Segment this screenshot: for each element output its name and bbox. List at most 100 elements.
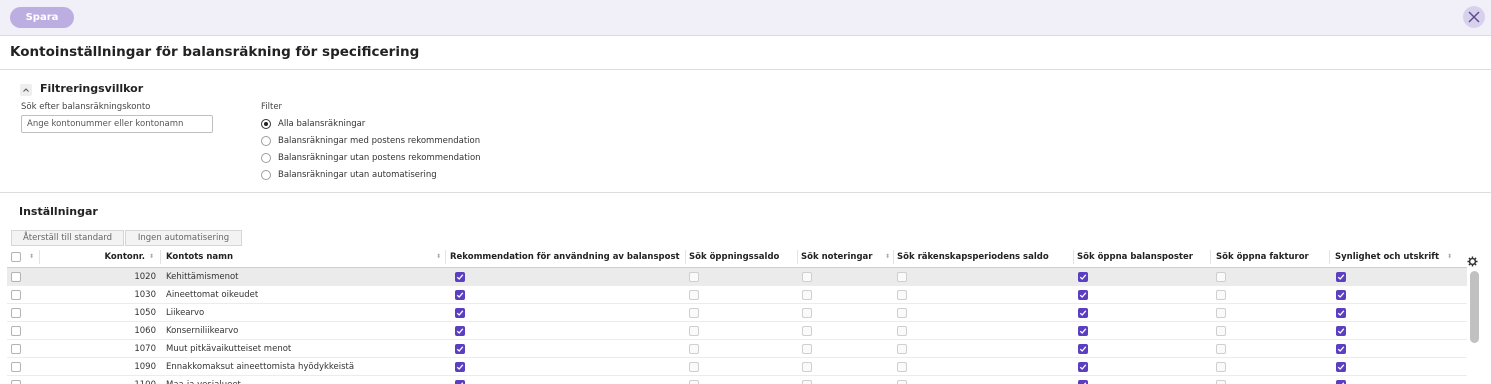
visibility-printing-checkbox[interactable] — [1336, 344, 1346, 354]
row-select-checkbox[interactable] — [11, 362, 21, 372]
account-name-cell: Ennakkomaksut aineettomista hyödykkeistä — [166, 362, 355, 372]
row-select-checkbox[interactable] — [11, 326, 21, 336]
page-title: Kontoinställningar för balansräkning för… — [10, 44, 420, 60]
visibility-printing-checkbox[interactable] — [1336, 326, 1346, 336]
fiscal-period-balance-checkbox[interactable] — [897, 362, 907, 372]
table-row[interactable]: 1050 Liikearvo — [7, 304, 1467, 322]
fiscal-period-balance-checkbox[interactable] — [897, 380, 907, 384]
open-invoices-checkbox[interactable] — [1216, 380, 1226, 384]
notes-checkbox[interactable] — [802, 308, 812, 318]
account-number-cell: 1090 — [134, 362, 156, 372]
select-column-sort[interactable]: ⬍ — [25, 248, 37, 266]
recommendation-checkbox[interactable] — [455, 308, 465, 318]
visibility-printing-checkbox[interactable] — [1336, 308, 1346, 318]
recommendation-checkbox[interactable] — [455, 326, 465, 336]
table-row[interactable]: 1060 Konserniliikearvo — [7, 322, 1467, 340]
no-automation-button[interactable]: Ingen automatisering — [125, 230, 242, 246]
notes-checkbox[interactable] — [802, 272, 812, 282]
column-header-open-balance-items[interactable]: Sök öppna balansposter — [1077, 248, 1207, 266]
open-balance-items-checkbox[interactable] — [1078, 290, 1088, 300]
recommendation-checkbox[interactable] — [455, 290, 465, 300]
notes-checkbox[interactable] — [802, 290, 812, 300]
scrollbar-thumb[interactable] — [1470, 271, 1479, 343]
radio-button[interactable] — [261, 136, 271, 146]
notes-checkbox[interactable] — [802, 326, 812, 336]
open-invoices-checkbox[interactable] — [1216, 308, 1226, 318]
recommendation-checkbox[interactable] — [455, 362, 465, 372]
recommendation-checkbox[interactable] — [455, 344, 465, 354]
fiscal-period-balance-checkbox[interactable] — [897, 272, 907, 282]
open-invoices-checkbox[interactable] — [1216, 362, 1226, 372]
opening-balance-checkbox[interactable] — [689, 380, 699, 384]
open-invoices-checkbox[interactable] — [1216, 326, 1226, 336]
fiscal-period-balance-checkbox[interactable] — [897, 290, 907, 300]
table-row[interactable]: 1020 Kehittämismenot — [7, 268, 1467, 286]
visibility-printing-checkbox[interactable] — [1336, 290, 1346, 300]
fiscal-period-balance-checkbox[interactable] — [897, 308, 907, 318]
radio-button[interactable] — [261, 170, 271, 180]
column-separator — [1210, 250, 1211, 264]
open-balance-items-checkbox[interactable] — [1078, 272, 1088, 282]
opening-balance-checkbox[interactable] — [689, 290, 699, 300]
account-name-cell: Kehittämismenot — [166, 272, 239, 282]
opening-balance-checkbox[interactable] — [689, 362, 699, 372]
notes-checkbox[interactable] — [802, 380, 812, 384]
save-button[interactable]: Spara — [10, 7, 74, 28]
filter-option-label: Alla balansräkningar — [278, 119, 366, 129]
open-balance-items-checkbox[interactable] — [1078, 362, 1088, 372]
recommendation-checkbox[interactable] — [455, 380, 465, 384]
visibility-printing-checkbox[interactable] — [1336, 362, 1346, 372]
notes-checkbox[interactable] — [802, 344, 812, 354]
fiscal-period-balance-checkbox[interactable] — [897, 326, 907, 336]
reset-to-default-button[interactable]: Återställ till standard — [11, 230, 124, 246]
column-header-fiscal-period-balance[interactable]: Sök räkenskapsperiodens saldo — [897, 248, 1072, 266]
opening-balance-checkbox[interactable] — [689, 308, 699, 318]
column-header-account-number[interactable]: Kontonr. ⬍ — [39, 248, 157, 266]
table-row[interactable]: 1090 Ennakkomaksut aineettomista hyödykke… — [7, 358, 1467, 376]
row-select-checkbox[interactable] — [11, 272, 21, 282]
row-select-checkbox[interactable] — [11, 344, 21, 354]
column-header-recommendation[interactable]: Rekommendation för användning av balansp… — [450, 248, 685, 266]
open-balance-items-checkbox[interactable] — [1078, 380, 1088, 384]
column-header-open-invoices[interactable]: Sök öppna fakturor — [1216, 248, 1328, 266]
column-header-opening-balance[interactable]: Sök öppningssaldo — [689, 248, 797, 266]
filter-label: Filter — [261, 102, 283, 112]
fiscal-period-balance-checkbox[interactable] — [897, 344, 907, 354]
radio-button[interactable] — [261, 119, 271, 129]
table-row[interactable]: 1070 Muut pitkävaikutteiset menot — [7, 340, 1467, 358]
open-balance-items-checkbox[interactable] — [1078, 326, 1088, 336]
column-separator — [1329, 250, 1330, 264]
visibility-printing-checkbox[interactable] — [1336, 272, 1346, 282]
opening-balance-checkbox[interactable] — [689, 344, 699, 354]
table-row[interactable]: 1030 Aineettomat oikeudet — [7, 286, 1467, 304]
filter-option-without-automation[interactable]: Balansräkningar utan automatisering — [261, 168, 437, 182]
column-header-visibility-printing[interactable]: Synlighet och utskrift ⬍ — [1335, 248, 1455, 266]
visibility-printing-checkbox[interactable] — [1336, 380, 1346, 384]
settings-section-title: Inställningar — [19, 205, 98, 218]
sort-icon: ⬍ — [28, 253, 34, 260]
row-select-checkbox[interactable] — [11, 308, 21, 318]
close-button[interactable] — [1463, 6, 1485, 28]
row-select-checkbox[interactable] — [11, 380, 21, 384]
opening-balance-checkbox[interactable] — [689, 272, 699, 282]
recommendation-checkbox[interactable] — [455, 272, 465, 282]
open-invoices-checkbox[interactable] — [1216, 272, 1226, 282]
column-header-notes[interactable]: Sök noteringar ⬍ — [801, 248, 893, 266]
select-all-checkbox[interactable] — [11, 252, 21, 262]
table-row[interactable]: 1100 Maa-ja vesialueet — [7, 376, 1467, 384]
notes-checkbox[interactable] — [802, 362, 812, 372]
row-select-checkbox[interactable] — [11, 290, 21, 300]
open-balance-items-checkbox[interactable] — [1078, 308, 1088, 318]
open-invoices-checkbox[interactable] — [1216, 344, 1226, 354]
account-search-input[interactable] — [21, 115, 213, 133]
settings-table: ⬍ Kontonr. ⬍ Kontots namn ⬍ Rekommendati… — [7, 248, 1467, 384]
radio-button[interactable] — [261, 153, 271, 163]
filter-option-with-recommendation[interactable]: Balansräkningar med postens rekommendati… — [261, 134, 480, 148]
collapse-filter-button[interactable] — [20, 84, 32, 96]
open-balance-items-checkbox[interactable] — [1078, 344, 1088, 354]
column-header-account-name[interactable]: Kontots namn ⬍ — [166, 248, 444, 266]
filter-option-without-recommendation[interactable]: Balansräkningar utan postens rekommendat… — [261, 151, 481, 165]
open-invoices-checkbox[interactable] — [1216, 290, 1226, 300]
filter-option-all[interactable]: Alla balansräkningar — [261, 117, 365, 131]
opening-balance-checkbox[interactable] — [689, 326, 699, 336]
